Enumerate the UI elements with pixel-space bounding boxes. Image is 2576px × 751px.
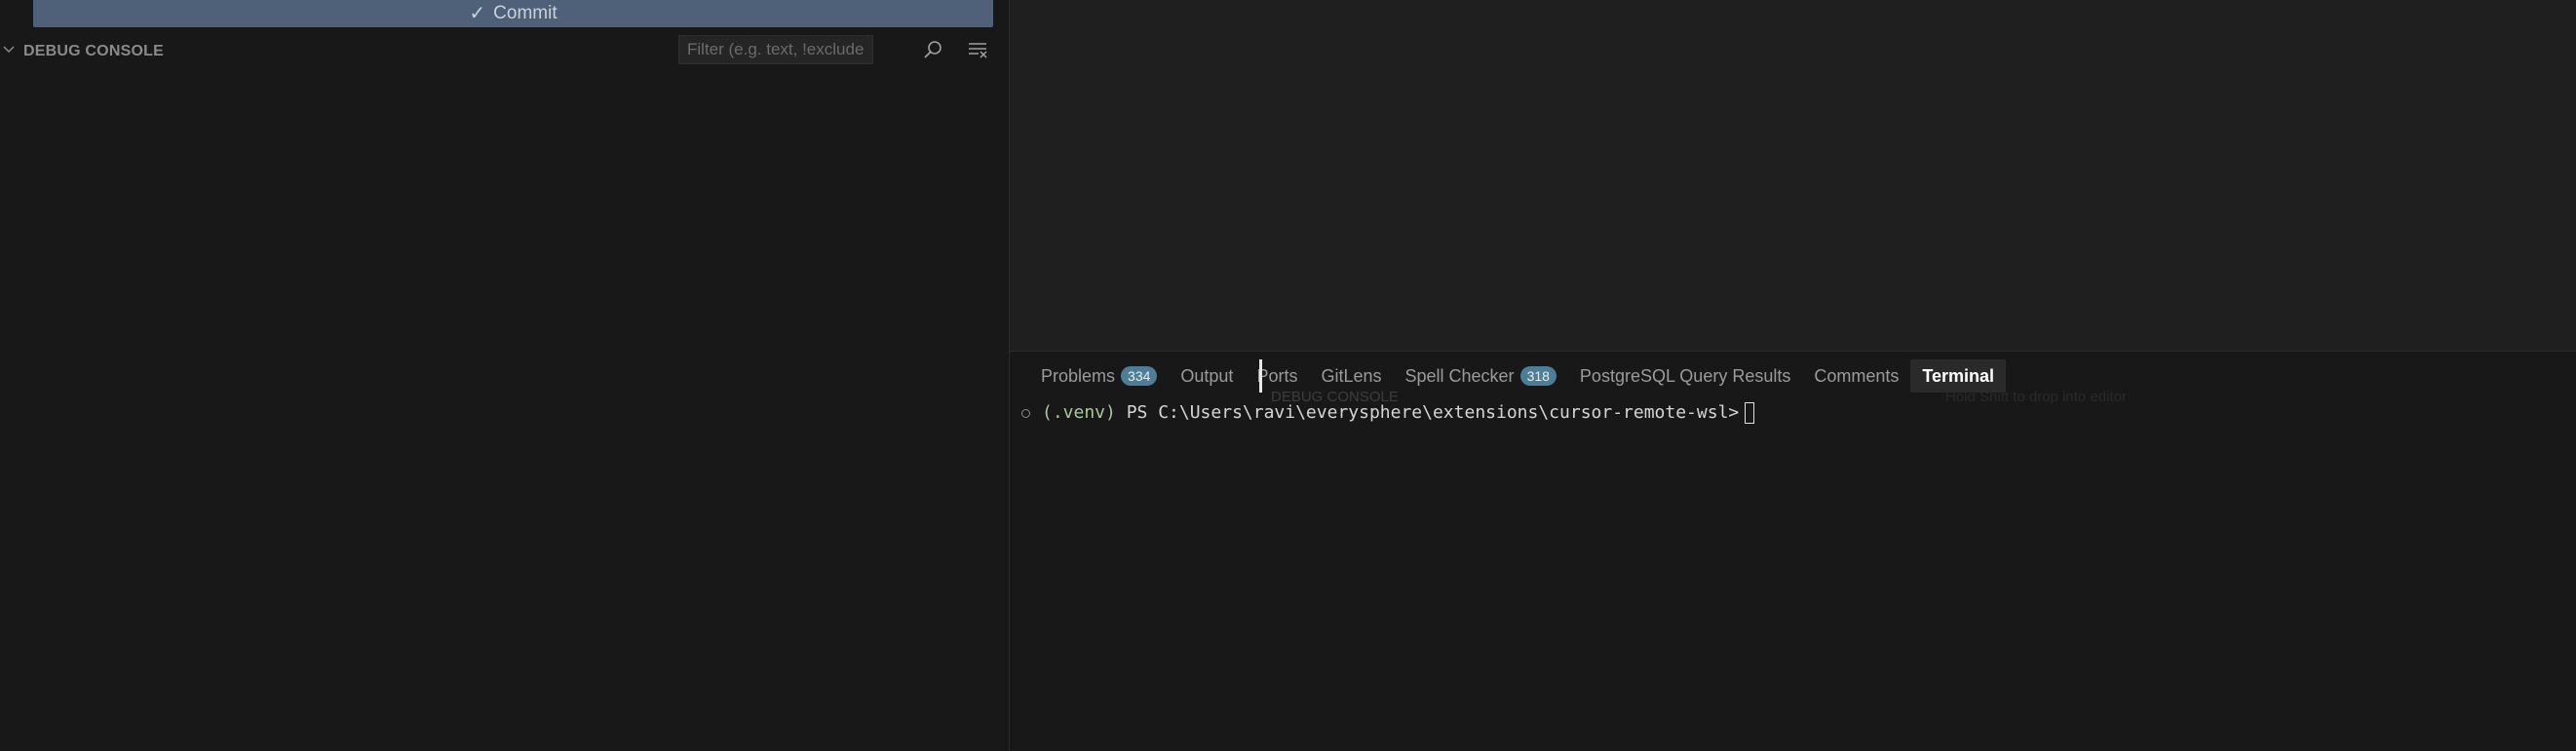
spell-checker-count-badge: 318 (1519, 366, 1557, 386)
problems-count-badge: 334 (1121, 366, 1158, 386)
tab-label: Terminal (1922, 365, 1995, 386)
tab-ports[interactable]: Ports (1245, 359, 1309, 393)
clear-console-icon[interactable] (965, 37, 990, 62)
command-status-icon[interactable] (1021, 408, 1030, 418)
commit-button-label: Commit (493, 3, 557, 23)
tab-terminal[interactable]: Terminal (1910, 359, 2007, 393)
editor-area (1010, 0, 2576, 351)
tab-gitlens[interactable]: GitLens (1309, 359, 1393, 393)
side-panel: ✓ Commit DEBUG CONSOLE (0, 0, 1009, 751)
tab-label: Output (1180, 365, 1234, 386)
tab-comments[interactable]: Comments (1802, 359, 1910, 393)
tab-label: GitLens (1321, 365, 1382, 386)
bottom-panel: Problems 334 Output Ports GitLens Spell … (1010, 352, 2576, 751)
tab-problems[interactable]: Problems 334 (1029, 359, 1169, 393)
tab-drop-indicator (1259, 359, 1262, 393)
tab-label: Ports (1256, 365, 1298, 386)
tab-label: Spell Checker (1404, 365, 1515, 386)
tab-postgresql-query-results[interactable]: PostgreSQL Query Results (1568, 359, 1802, 393)
commit-button[interactable]: ✓ Commit (33, 0, 993, 27)
terminal-prompt: PS C:\Users\ravi\everysphere\extensions\… (1126, 402, 1740, 423)
panel-tab-bar: Problems 334 Output Ports GitLens Spell … (1010, 359, 2007, 393)
tab-output[interactable]: Output (1169, 359, 1245, 393)
terminal-cursor (1745, 402, 1755, 424)
chevron-down-icon[interactable] (2, 43, 16, 56)
terminal-venv: (.venv) (1042, 402, 1116, 423)
search-icon[interactable] (920, 37, 945, 62)
tab-label: Problems (1041, 365, 1116, 386)
tab-label: PostgreSQL Query Results (1579, 365, 1791, 386)
drag-hint: Hold Shift to drop into editor (1945, 389, 2127, 405)
debug-console-title: DEBUG CONSOLE (23, 43, 164, 59)
tab-label: Comments (1814, 365, 1900, 386)
debug-console-filter-input[interactable] (678, 35, 873, 64)
terminal-prompt-line[interactable]: (.venv) PS C:\Users\ravi\everysphere\ext… (1021, 402, 1755, 424)
tab-spell-checker[interactable]: Spell Checker 318 (1394, 359, 1568, 393)
workbench: ✓ Commit DEBUG CONSOLE Filter (e.g. text… (0, 0, 2576, 751)
check-icon: ✓ (469, 3, 486, 24)
